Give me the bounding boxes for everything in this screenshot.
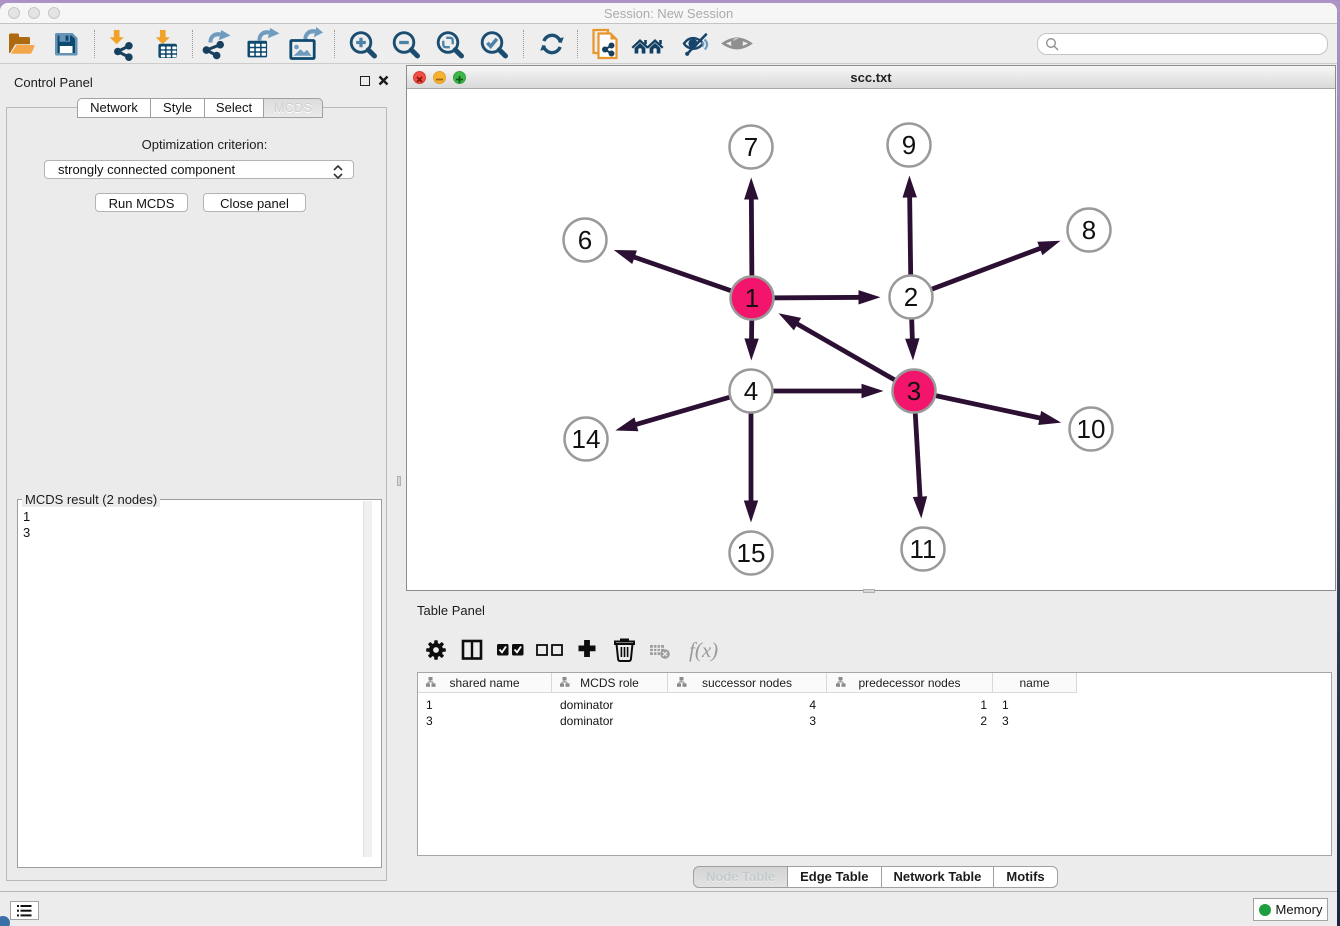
svg-text:3: 3 <box>907 376 921 406</box>
svg-text:15: 15 <box>737 538 766 568</box>
svg-text:6: 6 <box>578 225 592 255</box>
svg-text:f(x): f(x) <box>689 638 718 662</box>
svg-text:10: 10 <box>1077 414 1106 444</box>
svg-text:2: 2 <box>904 282 918 312</box>
svg-text:4: 4 <box>744 376 758 406</box>
svg-text:1: 1 <box>745 283 759 313</box>
svg-text:8: 8 <box>1082 215 1096 245</box>
svg-text:11: 11 <box>910 534 937 564</box>
svg-text:7: 7 <box>744 132 758 162</box>
svg-text:14: 14 <box>572 424 601 454</box>
svg-text:9: 9 <box>902 130 916 160</box>
